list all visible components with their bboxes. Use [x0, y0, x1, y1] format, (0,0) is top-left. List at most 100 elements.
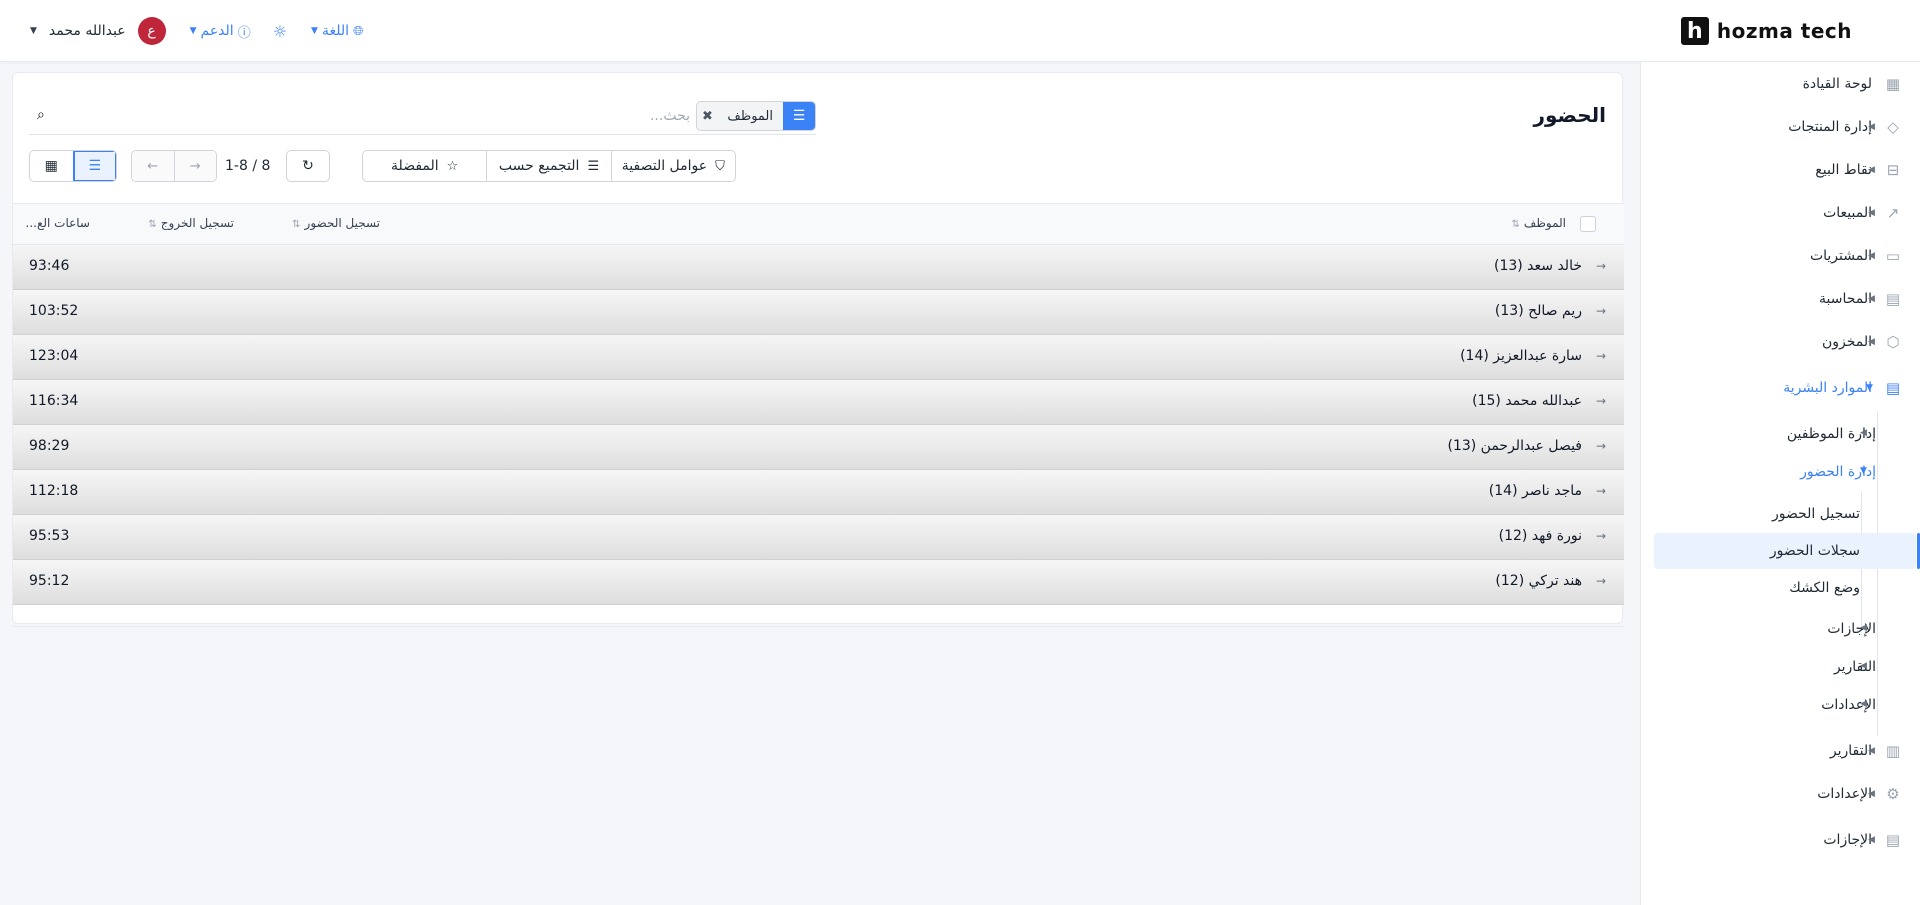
refresh-icon: ↻: [302, 158, 314, 174]
group-hours: 93:46: [29, 258, 70, 274]
caret-left-icon: ◀: [1860, 623, 1867, 633]
caret-down-icon: ▼: [1860, 466, 1867, 476]
list-view-button[interactable]: ☰: [72, 151, 116, 181]
sidebar-item-accounting[interactable]: ▤ المحاسبة ◀: [1640, 284, 1920, 314]
sidebar-item-reports[interactable]: ▥ التقارير ◀: [1640, 736, 1920, 766]
submenu-item-check-in[interactable]: تسجيل الحضور: [1640, 499, 1920, 529]
expand-arrow-icon: →: [1595, 349, 1606, 363]
table-group-row[interactable]: → ماجد ناصر (14) 112:18: [13, 470, 1624, 515]
favorites-button[interactable]: ☆ المفضلة: [363, 151, 486, 181]
caret-left-icon: ◀: [1860, 661, 1867, 671]
expand-arrow-icon: →: [1595, 394, 1606, 408]
caret-left-icon: ◀: [1868, 251, 1875, 261]
language-menu[interactable]: ▼ اللغة 🌐︎: [311, 23, 363, 39]
filters-button[interactable]: ⛉ عوامل التصفية: [610, 151, 735, 181]
sidebar-item-purchases[interactable]: ▭ المشتريات ◀: [1640, 241, 1920, 271]
theme-toggle-sun-icon[interactable]: ☼: [273, 22, 287, 41]
topbar-actions: ▼ عبدالله محمد ع ▼ الدعم ⓘ ☼ ▼ اللغة 🌐︎: [30, 17, 363, 45]
list-icon: ☰: [587, 158, 600, 174]
column-check-out[interactable]: تسجيل الخروج⇅: [148, 216, 234, 230]
column-employee[interactable]: الموظف⇅: [1512, 216, 1567, 230]
caret-left-icon: ◀: [1868, 835, 1875, 845]
submenu-item-attendance-records[interactable]: سجلات الحضور: [1640, 536, 1920, 566]
view-switcher: ▦ ☰: [29, 150, 117, 182]
favorites-label: المفضلة: [391, 158, 439, 174]
document-icon: ▤: [1885, 831, 1901, 849]
table-group-row[interactable]: → فيصل عبدالرحمن (13) 98:29: [13, 425, 1624, 470]
submenu-item-reports[interactable]: التقارير ◀: [1640, 652, 1920, 682]
caret-left-icon: ◀: [1868, 208, 1875, 218]
group-name: هند تركي (12): [1495, 573, 1582, 589]
funnel-icon: ⛉: [715, 158, 725, 174]
sidebar-item-label: التقارير: [1829, 743, 1872, 759]
caret-left-icon: ◀: [1868, 789, 1875, 799]
group-by-label: التجميع حسب: [498, 158, 580, 174]
sidebar-item-leaves[interactable]: ▤ الإجازات ◀: [1640, 825, 1920, 855]
user-menu[interactable]: ▼ عبدالله محمد ع: [30, 17, 166, 45]
sidebar-item-inventory[interactable]: ⬡ المخزون ◀: [1640, 327, 1920, 357]
support-menu[interactable]: ▼ الدعم ⓘ: [190, 22, 251, 41]
calculator-icon: ▤: [1885, 290, 1901, 308]
brand-logo[interactable]: h hozma tech: [1680, 17, 1852, 45]
next-page-button[interactable]: →: [174, 151, 216, 181]
sidebar-item-sales[interactable]: ↗ المبيعات ◀: [1640, 198, 1920, 228]
sidebar-item-products[interactable]: ◇ إدارة المنتجات ◀: [1640, 112, 1920, 142]
sidebar-item-dashboard[interactable]: ▦ لوحة القيادة: [1640, 69, 1920, 99]
submenu-item-settings[interactable]: الإعدادات ◀: [1640, 690, 1920, 720]
logo-mark: h: [1680, 17, 1709, 45]
table-footer: [13, 605, 1624, 627]
column-label: ساعات الع...: [25, 216, 90, 230]
column-worked-hours[interactable]: ساعات الع...: [26, 216, 90, 230]
group-name: سارة عبدالعزيز (14): [1460, 348, 1582, 364]
group-hours: 95:53: [29, 528, 70, 544]
submenu-item-kiosk-mode[interactable]: وضع الكشك: [1640, 573, 1920, 603]
submenu-item-attendance[interactable]: إدارة الحضور ▼: [1640, 457, 1920, 487]
hr-icon: ▤: [1885, 379, 1901, 397]
refresh-button[interactable]: ↻: [286, 150, 330, 182]
sidebar: ▦ لوحة القيادة ◇ إدارة المنتجات ◀ ⊟ نقاط…: [1640, 62, 1920, 905]
dashboard-icon: ▦: [1885, 75, 1901, 93]
chevron-down-icon: ▼: [189, 26, 197, 36]
table-group-row[interactable]: → خالد سعد (13) 93:46: [13, 245, 1624, 290]
close-icon[interactable]: ✖: [697, 109, 717, 124]
box-icon: ⬡: [1886, 333, 1900, 351]
table-group-row[interactable]: → عبدالله محمد (15) 116:34: [13, 380, 1624, 425]
search-input[interactable]: [170, 105, 690, 127]
filter-toolbar: ⛉ عوامل التصفية ☰ التجميع حسب ☆ المفضلة: [362, 150, 736, 182]
column-check-in[interactable]: تسجيل الحضور⇅: [292, 216, 380, 230]
caret-left-icon: ◀: [1868, 746, 1875, 756]
table-group-row[interactable]: → نورة فهد (12) 95:53: [13, 515, 1624, 560]
submenu-item-label: الإجازات: [1827, 621, 1876, 637]
sidebar-item-label: الموارد البشرية: [1783, 380, 1872, 396]
select-all-checkbox[interactable]: [1580, 216, 1596, 232]
submenu-item-employees[interactable]: إدارة الموظفين ◀: [1640, 419, 1920, 449]
sidebar-item-pos[interactable]: ⊟ نقاط البيع ◀: [1640, 155, 1920, 185]
sidebar-item-hr[interactable]: ▤ الموارد البشرية ▼: [1640, 373, 1920, 403]
expand-arrow-icon: →: [1595, 304, 1606, 318]
previous-page-button[interactable]: ←: [132, 151, 175, 181]
sidebar-item-label: لوحة القيادة: [1802, 76, 1872, 92]
kanban-view-button[interactable]: ▦: [30, 151, 73, 181]
submenu-item-leaves[interactable]: الإجازات ◀: [1640, 614, 1920, 644]
table-group-row[interactable]: → هند تركي (12) 95:12: [13, 560, 1624, 605]
store-icon: ⊟: [1886, 161, 1900, 179]
group-by-button[interactable]: ☰ التجميع حسب: [486, 151, 610, 181]
sidebar-item-label: المشتريات: [1809, 248, 1872, 264]
chevron-down-icon: ▼: [311, 26, 318, 36]
main-panel: الحضور ☰ الموظف ✖ ⌕ ⛉ عوامل التصفية ☰ ال…: [12, 72, 1624, 627]
caret-left-icon: ◀: [1868, 294, 1875, 304]
group-name: خالد سعد (13): [1493, 258, 1582, 274]
expand-arrow-icon: →: [1595, 574, 1606, 588]
caret-left-icon: ◀: [1868, 337, 1875, 347]
avatar: ع: [137, 17, 166, 45]
expand-arrow-icon: →: [1595, 484, 1606, 498]
table-group-row[interactable]: → سارة عبدالعزيز (14) 123:04: [13, 335, 1624, 380]
search-icon[interactable]: ⌕: [37, 107, 45, 123]
search-facet[interactable]: ☰ الموظف ✖: [696, 101, 816, 131]
sidebar-item-settings[interactable]: ⚙︎ الإعدادات ◀: [1640, 779, 1920, 809]
column-label: تسجيل الخروج: [160, 216, 234, 230]
pager-value[interactable]: 1-8 / 8: [225, 158, 270, 174]
group-name: فيصل عبدالرحمن (13): [1447, 438, 1582, 454]
table-group-row[interactable]: → ريم صالح (13) 103:52: [13, 290, 1624, 335]
cart-icon: ▭: [1885, 247, 1901, 265]
